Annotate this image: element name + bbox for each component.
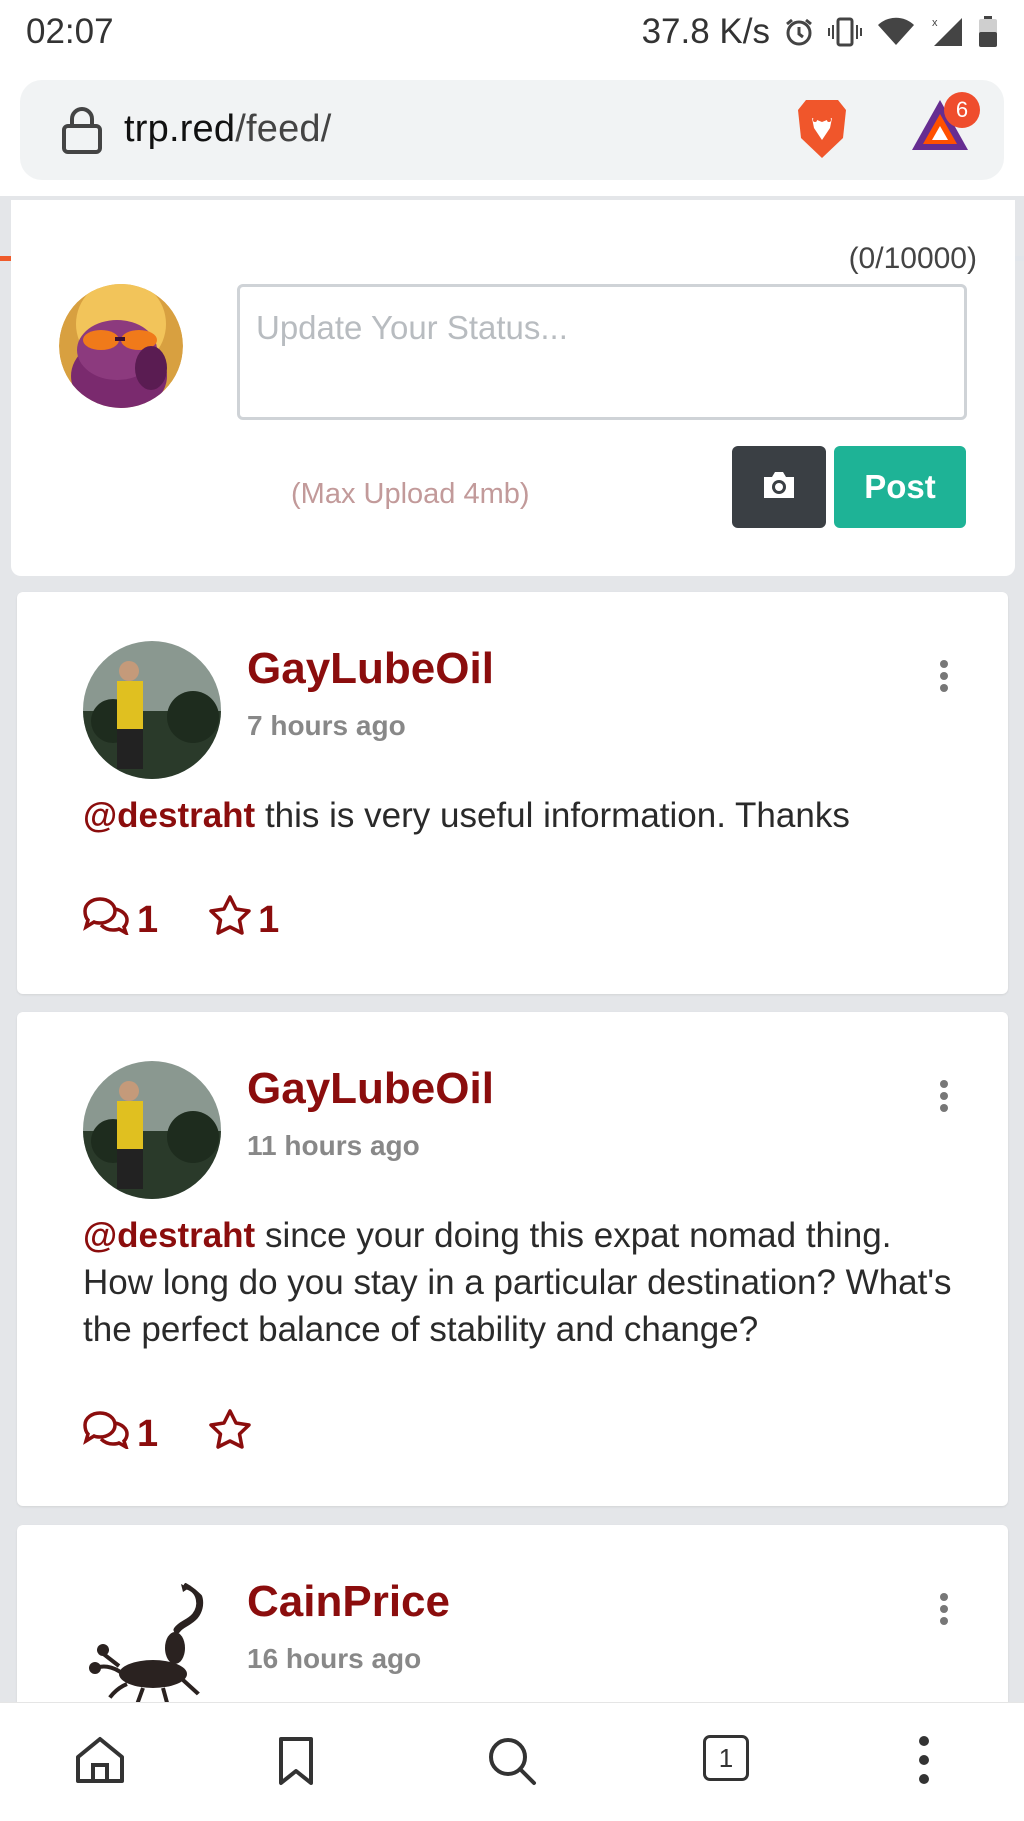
post-username[interactable]: GayLubeOil bbox=[247, 644, 494, 694]
comment-count: 1 bbox=[137, 898, 159, 941]
brave-shields-icon[interactable] bbox=[792, 96, 852, 167]
star-icon bbox=[208, 894, 252, 946]
vibrate-icon bbox=[828, 16, 862, 48]
status-composer: (0/10000) (Max Upload 4mb) Post bbox=[11, 200, 1015, 576]
post-mention[interactable]: @destraht bbox=[83, 796, 255, 835]
star-count: 1 bbox=[258, 898, 280, 941]
browser-toolbar: trp.red/feed/ 6 bbox=[0, 64, 1024, 261]
post-menu-icon[interactable] bbox=[940, 1593, 950, 1629]
tab-count: 1 bbox=[703, 1735, 749, 1781]
wifi-icon bbox=[876, 17, 916, 47]
user-avatar[interactable] bbox=[83, 1061, 221, 1199]
post-mention[interactable]: @destraht bbox=[83, 1216, 255, 1255]
comments-button[interactable]: 1 bbox=[81, 895, 158, 945]
post-time[interactable]: 16 hours ago bbox=[247, 1643, 421, 1675]
status-icons: 37.8 K/s x bbox=[642, 12, 998, 52]
battery-icon bbox=[978, 16, 998, 48]
url-domain: trp.red bbox=[124, 108, 236, 150]
status-input[interactable] bbox=[237, 284, 967, 420]
comment-icon bbox=[81, 1409, 131, 1459]
post-menu-icon[interactable] bbox=[940, 660, 950, 696]
feed-post: GayLubeOil 11 hours ago @destraht since … bbox=[17, 1012, 1008, 1506]
bookmark-icon[interactable] bbox=[276, 1735, 316, 1792]
home-icon[interactable] bbox=[74, 1735, 126, 1790]
url-text[interactable]: trp.red/feed/ bbox=[124, 108, 332, 151]
post-text: @destraht since your doing this expat no… bbox=[83, 1212, 963, 1353]
comment-icon bbox=[81, 895, 131, 945]
comment-count: 1 bbox=[137, 1412, 159, 1455]
user-avatar[interactable] bbox=[83, 1574, 221, 1712]
char-counter: (0/10000) bbox=[848, 242, 977, 275]
post-username[interactable]: CainPrice bbox=[247, 1577, 450, 1627]
user-avatar[interactable] bbox=[83, 641, 221, 779]
rewards-badge: 6 bbox=[944, 92, 980, 128]
status-time: 02:07 bbox=[26, 12, 114, 51]
post-time[interactable]: 11 hours ago bbox=[247, 1130, 420, 1162]
post-body: this is very useful information. Thanks bbox=[255, 796, 850, 835]
post-actions: 1 1 bbox=[81, 894, 279, 946]
feed-post: GayLubeOil 7 hours ago @destraht this is… bbox=[17, 592, 1008, 994]
upload-photo-button[interactable] bbox=[732, 446, 826, 528]
post-text: @destraht this is very useful informatio… bbox=[83, 792, 963, 839]
address-bar[interactable]: trp.red/feed/ 6 bbox=[20, 80, 1004, 180]
tabs-icon[interactable]: 1 bbox=[703, 1735, 749, 1781]
post-username[interactable]: GayLubeOil bbox=[247, 1064, 494, 1114]
more-icon[interactable] bbox=[918, 1735, 930, 1790]
post-button[interactable]: Post bbox=[834, 446, 966, 528]
bottom-toolbar: 1 bbox=[0, 1702, 1024, 1821]
svg-text:x: x bbox=[932, 17, 938, 29]
post-time[interactable]: 7 hours ago bbox=[247, 710, 406, 742]
star-icon bbox=[208, 1408, 252, 1460]
max-upload-note: (Max Upload 4mb) bbox=[291, 478, 530, 510]
my-avatar[interactable] bbox=[59, 284, 183, 408]
feed-post: CainPrice 16 hours ago bbox=[17, 1525, 1008, 1725]
post-menu-icon[interactable] bbox=[940, 1080, 950, 1116]
lock-icon[interactable] bbox=[60, 106, 104, 161]
signal-icon: x bbox=[930, 16, 964, 48]
status-bar: 02:07 37.8 K/s x bbox=[0, 0, 1024, 64]
search-icon[interactable] bbox=[486, 1735, 538, 1792]
camera-icon bbox=[760, 469, 798, 506]
network-speed: 37.8 K/s bbox=[641, 12, 770, 51]
star-button[interactable]: 1 bbox=[208, 894, 279, 946]
url-path: /feed/ bbox=[235, 108, 332, 150]
comments-button[interactable]: 1 bbox=[81, 1409, 158, 1459]
star-button[interactable] bbox=[208, 1408, 258, 1460]
post-actions: 1 bbox=[81, 1408, 258, 1460]
alarm-icon bbox=[784, 17, 814, 47]
